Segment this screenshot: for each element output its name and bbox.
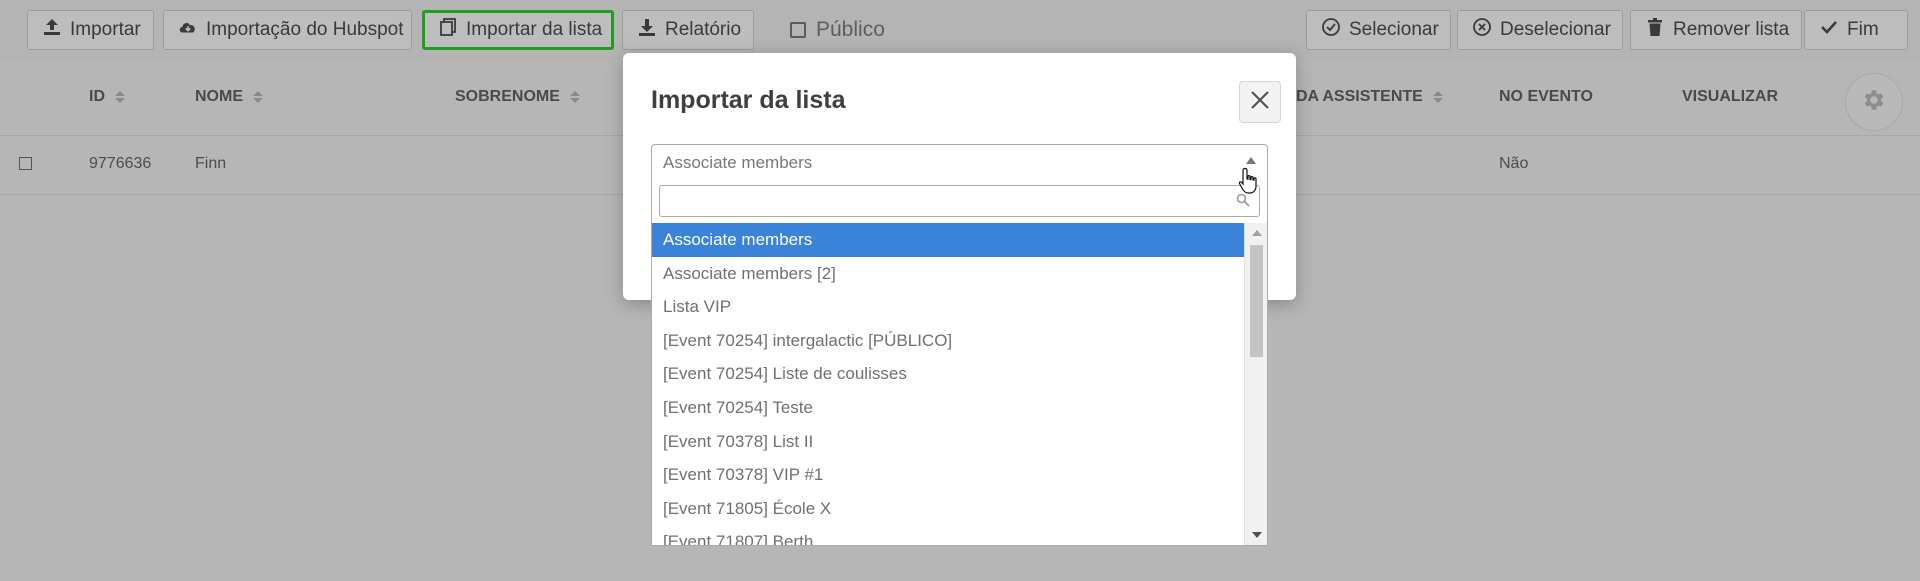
column-settings-button[interactable]: [1845, 73, 1903, 131]
cell-id: 9776636: [89, 155, 152, 172]
list-option[interactable]: Lista VIP: [652, 290, 1244, 324]
trash-icon: [1645, 17, 1665, 43]
public-label: Público: [816, 18, 885, 41]
list-option[interactable]: [Event 71807] Berth: [652, 525, 1244, 545]
column-view: VISUALIZAR: [1682, 88, 1778, 106]
list-option[interactable]: [Event 70254] Liste de coulisses: [652, 357, 1244, 391]
report-button[interactable]: Relatório: [622, 10, 754, 50]
select-button-label: Selecionar: [1349, 19, 1439, 40]
column-assistant-label: DA ASSISTENTE: [1296, 88, 1423, 105]
column-assistant[interactable]: DA ASSISTENTE: [1296, 88, 1443, 106]
list-option[interactable]: [Event 70254] Teste: [652, 391, 1244, 425]
check-icon: [1819, 17, 1839, 43]
list-option[interactable]: Associate members: [652, 223, 1244, 257]
scrollbar-thumb[interactable]: [1250, 245, 1263, 357]
column-id[interactable]: ID: [89, 88, 125, 106]
scroll-up-icon[interactable]: [1252, 230, 1262, 236]
hubspot-import-button[interactable]: Importação do Hubspot: [163, 10, 412, 50]
list-select-value: Associate members: [663, 153, 813, 172]
download-icon: [637, 17, 657, 43]
column-name[interactable]: NOME: [195, 88, 263, 106]
checkbox-icon[interactable]: [790, 22, 806, 38]
gear-icon: [1861, 87, 1887, 118]
sort-icon[interactable]: [253, 91, 263, 103]
list-option[interactable]: [Event 71805] École X: [652, 492, 1244, 526]
hand-cursor-icon: [1238, 167, 1260, 200]
select-button[interactable]: Selecionar: [1306, 10, 1451, 50]
column-surname-label: SOBRENOME: [455, 88, 560, 105]
list-option[interactable]: Associate members [2]: [652, 257, 1244, 291]
list-select[interactable]: Associate members: [651, 144, 1268, 180]
import-button-label: Importar: [70, 19, 141, 40]
column-surname[interactable]: SOBRENOME: [455, 88, 580, 106]
modal-title: Importar da lista: [651, 86, 846, 114]
x-circle-icon: [1472, 17, 1492, 43]
list-select-dropdown: Associate members Associate members [2] Li…: [651, 180, 1268, 546]
finish-button[interactable]: Fim: [1804, 10, 1908, 50]
copy-icon: [438, 17, 458, 43]
list-option[interactable]: [Event 70254] intergalactic [PÚBLICO]: [652, 324, 1244, 358]
list-search-input[interactable]: [659, 185, 1260, 217]
dropdown-scrollbar[interactable]: [1244, 223, 1267, 545]
list-options: Associate members Associate members [2] Li…: [652, 223, 1244, 545]
modal-close-button[interactable]: [1239, 81, 1281, 123]
import-button[interactable]: Importar: [27, 10, 154, 50]
cell-name: Finn: [195, 155, 227, 172]
import-from-list-button[interactable]: Importar da lista: [422, 10, 614, 50]
column-at-event: NO EVENTO: [1499, 88, 1593, 106]
report-button-label: Relatório: [665, 19, 742, 40]
remove-list-label: Remover lista: [1673, 19, 1790, 40]
column-id-label: ID: [89, 88, 105, 105]
cloud-download-icon: [178, 17, 198, 43]
sort-icon[interactable]: [1432, 91, 1443, 103]
list-option[interactable]: [Event 70378] List II: [652, 425, 1244, 459]
row-checkbox[interactable]: [19, 157, 32, 170]
toolbar: Importar Importação do Hubspot Importar …: [0, 0, 1920, 61]
column-name-label: NOME: [195, 88, 243, 105]
sort-icon[interactable]: [569, 91, 580, 103]
public-checkbox[interactable]: Público: [790, 10, 885, 50]
hubspot-import-label: Importação do Hubspot: [206, 19, 404, 40]
deselect-button[interactable]: Deselecionar: [1457, 10, 1623, 50]
finish-button-label: Fim: [1847, 19, 1879, 40]
remove-list-button[interactable]: Remover lista: [1630, 10, 1802, 50]
chevron-up-icon: [1246, 157, 1256, 164]
import-from-list-label: Importar da lista: [466, 19, 603, 40]
column-view-label: VISUALIZAR: [1682, 88, 1778, 105]
check-circle-icon: [1321, 17, 1341, 43]
close-icon: [1250, 90, 1270, 115]
list-option[interactable]: [Event 70378] VIP #1: [652, 458, 1244, 492]
column-at-event-label: NO EVENTO: [1499, 88, 1593, 105]
deselect-button-label: Deselecionar: [1500, 19, 1611, 40]
scroll-down-icon[interactable]: [1252, 532, 1262, 538]
cell-at-event: Não: [1499, 155, 1529, 172]
upload-icon: [42, 17, 62, 43]
sort-icon[interactable]: [115, 91, 125, 103]
